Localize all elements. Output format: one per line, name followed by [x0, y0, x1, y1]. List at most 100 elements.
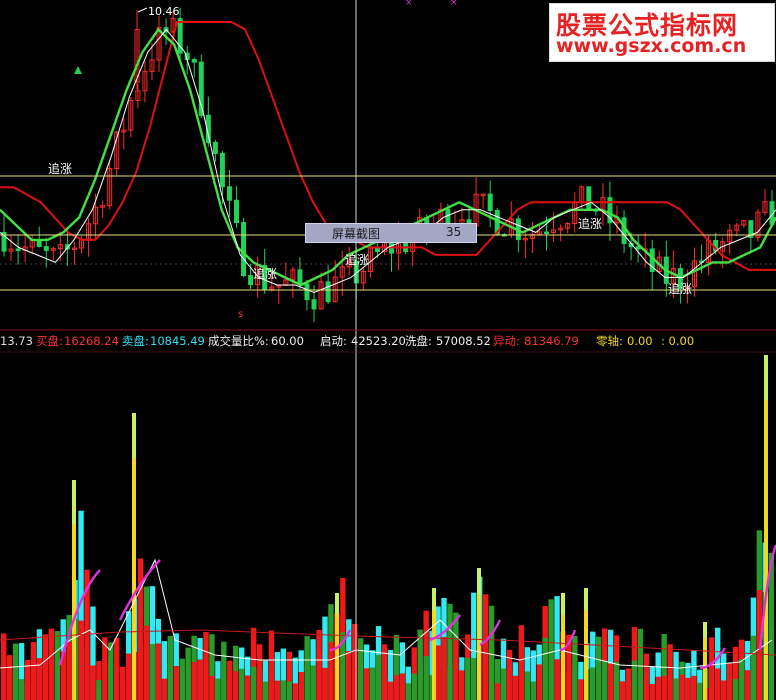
volume-bar-inner [405, 683, 411, 700]
volume-bar-inner [310, 665, 316, 700]
volume-bar-inner [679, 674, 685, 700]
legend-ratio-value: 60.00 [271, 334, 304, 348]
volume-bar-inner [149, 644, 156, 700]
volume-bar-inner [375, 654, 382, 700]
top-marker: × [405, 0, 413, 8]
volume-bar-inner [120, 680, 126, 700]
volume-bar-inner [209, 675, 215, 700]
volume-bar-inner [102, 662, 108, 700]
legend-sell-label: 卖盘: [122, 334, 149, 348]
guides: 10.46追涨追涨追涨追涨追涨× ×s [0, 0, 776, 700]
volume-bar-inner [720, 680, 727, 700]
volume-bar-inner [298, 672, 304, 700]
signal-label-zhuizhang: 追涨 [253, 266, 277, 281]
legend-ratio-label: 成交量比%: [208, 334, 269, 348]
volume-bar-inner [465, 657, 471, 700]
legend-zero-value-2: : 0.00 [661, 334, 695, 348]
volume-bar-inner [619, 681, 626, 700]
volume-bar-inner [542, 637, 548, 700]
candle-body [234, 199, 240, 224]
candle-body [219, 152, 225, 188]
legend-anomaly-value: 81346.79 [524, 334, 579, 348]
legend-zero-label: 零轴: [596, 334, 623, 348]
watermark-logo: 股票公式指标网 www.gszx.com.cn [549, 3, 775, 62]
volume-bar-inner [143, 625, 150, 700]
volume-bar-inner [12, 666, 19, 700]
volume-bar-inner [292, 683, 298, 700]
volume-bar-inner [411, 673, 417, 700]
volume-bar-inner [161, 678, 168, 700]
volume-bar-inner [691, 675, 697, 700]
candle-body [191, 59, 197, 63]
volume-bar-inner [643, 682, 649, 700]
volume-bar-inner [203, 656, 209, 700]
volume-spike-top [335, 593, 339, 615]
volume-bar-inner [197, 659, 203, 700]
volume-bar-inner [369, 667, 376, 700]
volume-bar-inner [661, 675, 667, 700]
signal-label-zhuizhang: 追涨 [345, 252, 369, 267]
volume-bar-inner [625, 678, 632, 700]
volume-bar-inner [596, 672, 602, 700]
candle-body [621, 217, 627, 245]
volume-bar-inner [42, 658, 49, 700]
volume-bar-inner [750, 635, 757, 700]
volume-bar-inner [167, 672, 173, 700]
legend-sell-value: 10845.49 [150, 334, 205, 348]
volume-spike-top [477, 568, 481, 595]
legend-zero-value: 0.00 [627, 334, 653, 348]
high-price-label: 10.46 [148, 5, 180, 18]
volume-bar-inner [155, 643, 162, 700]
screenshot-tooltip[interactable]: 屏幕截图 35 [305, 223, 477, 243]
volume-spike [764, 355, 768, 700]
volume-bar-inner [48, 654, 54, 700]
volume-bar-inner [601, 660, 608, 700]
volume-bar-inner [18, 679, 25, 700]
volume-bar-inner [316, 651, 322, 700]
volume-bar-inner [215, 678, 221, 700]
volume-bar-inner [572, 662, 578, 700]
volume-bar-inner [256, 669, 263, 700]
volume-bar-inner [738, 659, 745, 700]
volume-bar-inner [381, 676, 388, 700]
legend-wash-label: 洗盘: [405, 334, 432, 348]
volume-spike-top [584, 588, 588, 611]
candle-body [544, 231, 550, 234]
volume-bar-inner [179, 672, 185, 700]
tooltip-label: 屏幕截图 [332, 227, 381, 241]
legend-anomaly-label: 异动: [493, 334, 520, 348]
volume-bar-inner [536, 664, 542, 700]
volume-bar-inner [244, 675, 251, 700]
volume-spike-top [764, 355, 768, 400]
volume-bar-inner [185, 666, 191, 700]
volume-bar-inner [441, 637, 447, 700]
volume-bar-inner [262, 681, 269, 700]
volume-bar-inner [114, 660, 120, 700]
volume-bar-inner [78, 620, 84, 700]
volume-bar-inner [346, 650, 352, 700]
legend-buy-label: 买盘: [36, 334, 63, 348]
candle-body [304, 283, 310, 301]
volume-bar-inner [358, 660, 364, 700]
volume-bar-inner [137, 644, 144, 700]
signal-label-zhuizhang: 追涨 [578, 216, 602, 231]
volume-bar-inner [518, 670, 525, 700]
legend-start-value: 42523.20 [351, 334, 406, 348]
volume-bar-inner [221, 661, 227, 700]
volume-bar-inner [108, 664, 114, 700]
stock-chart: 10.46追涨追涨追涨追涨追涨× ×s [0, 0, 776, 700]
volume-bar-inner [482, 639, 489, 700]
volume-bar-inner [84, 647, 90, 700]
volume-bar-inner [447, 665, 453, 700]
sell-marker: s [238, 309, 243, 320]
volume-bar-inner [286, 681, 292, 700]
volume-bar-inner [607, 663, 614, 700]
volume-bar-inner [673, 678, 679, 700]
legend-start-label: 启动: [320, 334, 347, 348]
volume-spike-top [132, 413, 136, 458]
volume-bar-inner [393, 675, 400, 700]
volume-bar-inner [637, 673, 644, 700]
volume-bar-inner [399, 673, 406, 700]
volume-bar-inner [227, 679, 233, 700]
volume-bar-inner [191, 661, 197, 700]
